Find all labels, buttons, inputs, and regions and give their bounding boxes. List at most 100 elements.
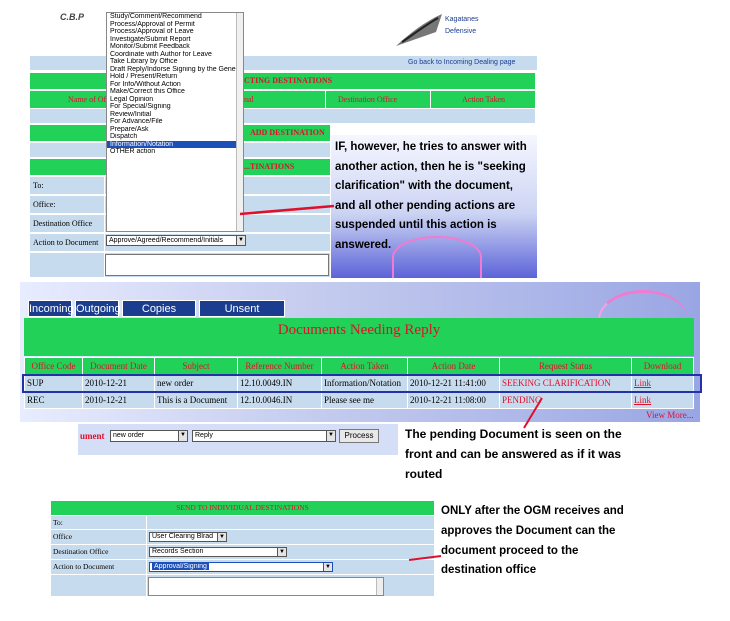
header-document-date: Document Date	[82, 357, 155, 375]
brand-line2: Defensive	[445, 28, 477, 35]
chevron-down-icon[interactable]: ▼	[326, 431, 335, 441]
header-action-taken: Action Taken	[321, 357, 408, 375]
send-label-destination: Destination Office	[53, 547, 109, 556]
label-destination: Destination Office	[33, 219, 93, 228]
dropdown-option[interactable]: Process/Approval of Permit	[107, 21, 243, 29]
cell-action-taken: Please see me	[321, 391, 408, 409]
callout-arrow	[239, 204, 335, 216]
dropdown-option[interactable]: Hold / Present/Return	[107, 73, 243, 81]
chevron-down-icon[interactable]: ▼	[236, 236, 245, 245]
dropdown-option[interactable]: Information/Notation	[107, 140, 243, 148]
remarks-textarea[interactable]	[105, 254, 329, 276]
brand-line1: Kagatanes	[445, 16, 479, 23]
tab-incoming[interactable]: Incoming	[28, 300, 74, 317]
action-dropdown-list[interactable]: Study/Comment/Recommend Process/Approval …	[106, 12, 244, 232]
process-button[interactable]: Process	[339, 429, 379, 443]
label-office: Office:	[33, 200, 56, 209]
col-header-action: Action Taken	[462, 95, 506, 104]
office-select[interactable]: User Clearing Blrad ▼	[149, 532, 227, 542]
callout-text: The pending Document is seen on the fron…	[405, 427, 622, 481]
action-document-select-value: Approval/Signing	[152, 563, 209, 570]
office-select-value: User Clearing Blrad	[152, 533, 214, 540]
dropdown-option[interactable]: Study/Comment/Recommend	[107, 13, 243, 21]
dropdown-option[interactable]: Make/Correct this Office	[107, 88, 243, 96]
view-more-link[interactable]: View More...	[646, 410, 693, 420]
header-download: Download	[631, 357, 694, 375]
send-label-to: To:	[53, 518, 63, 527]
second-header-text: ...TINATIONS	[244, 162, 295, 171]
dropdown-option[interactable]: Prepare/Ask	[107, 126, 243, 134]
cell-action-date: 2010-12-21 11:08:00	[407, 391, 500, 409]
tab-unsent-documents[interactable]: Unsent Documents	[199, 300, 285, 332]
send-row-to	[51, 516, 434, 529]
destination-select[interactable]: Records Section ▼	[149, 547, 287, 557]
docs-header-row: Office Code Document Date Subject Refere…	[24, 357, 694, 375]
section-header-text: ...CTING DESTINATIONS	[238, 76, 333, 85]
dropdown-option[interactable]: Draft Reply/Indorse Signing by the Gener…	[107, 66, 243, 74]
send-row-office	[51, 530, 434, 544]
document-select[interactable]: new order ▼	[110, 430, 188, 442]
action-select-value: Approve/Agreed/Recommend/Initials	[109, 237, 224, 244]
cell-subject: This is a Document	[154, 391, 238, 409]
send-remarks-textarea[interactable]	[148, 577, 384, 596]
chevron-down-icon[interactable]: ▼	[277, 548, 286, 556]
docs-title: Documents Needing Reply	[277, 322, 441, 338]
col-divider	[430, 91, 431, 108]
action-select[interactable]: Approve/Agreed/Recommend/Initials ▼	[106, 235, 246, 246]
reply-select[interactable]: Reply ▼	[192, 430, 336, 442]
send-col-divider	[146, 516, 147, 596]
label-col-divider	[104, 177, 105, 277]
cell-document-date: 2010-12-21	[82, 391, 155, 409]
label-action: Action to Document	[33, 238, 99, 247]
dropdown-option[interactable]: Take Library by Office	[107, 58, 243, 66]
dropdown-option[interactable]: Dispatch	[107, 133, 243, 141]
reply-bar-label: ument	[80, 431, 105, 441]
dropdown-option[interactable]: Coordinate with Author for Leave	[107, 51, 243, 59]
back-link[interactable]: Go back to Incoming Dealing page	[408, 59, 515, 66]
chevron-down-icon[interactable]: ▼	[178, 431, 187, 441]
logo: C.B.P	[60, 12, 85, 22]
col-divider	[325, 91, 326, 108]
header-action-date: Action Date	[407, 357, 500, 375]
chevron-down-icon[interactable]: ▼	[323, 563, 332, 571]
dropdown-option[interactable]: Investigate/Submit Report	[107, 36, 243, 44]
dropdown-option[interactable]: For Advance/File	[107, 118, 243, 126]
send-header-text: SEND TO INDIVIDUAL DESTINATIONS	[176, 503, 309, 512]
col-header-nal: nal	[244, 95, 254, 104]
reply-select-value: Reply	[195, 432, 213, 439]
header-office-code: Office Code	[24, 357, 83, 375]
callout-arrow	[523, 397, 543, 429]
send-label-office: Office	[53, 532, 73, 541]
dropdown-option[interactable]: OTHER action	[107, 148, 243, 156]
callout-arrow	[408, 555, 442, 561]
document-select-value: new order	[113, 432, 145, 439]
textarea-scrollbar[interactable]	[376, 578, 383, 595]
callout-text: IF, however, he tries to answer with ano…	[335, 141, 527, 251]
cell-reference-number: 12.10.0046.IN	[237, 391, 322, 409]
dropdown-option[interactable]: Legal Opinion	[107, 96, 243, 104]
add-destination-label[interactable]: ADD DESTINATION	[250, 128, 325, 137]
download-link[interactable]: Link	[631, 391, 694, 409]
header-subject: Subject	[154, 357, 238, 375]
col-header-office: Name of Off	[68, 95, 109, 104]
action-document-select[interactable]: Approval/Signing ▼	[149, 562, 333, 572]
tab-outgoing[interactable]: Outgoing	[75, 300, 121, 317]
dropdown-option[interactable]: For Info/Without Action	[107, 81, 243, 89]
callout-text: ONLY after the OGM receives and approves…	[441, 505, 624, 577]
dropdown-option[interactable]: Review/Initial	[107, 111, 243, 119]
dropdown-scrollbar[interactable]	[236, 13, 243, 231]
label-to: To:	[33, 181, 44, 190]
dropdown-option[interactable]: Process/Approval of Leave	[107, 28, 243, 36]
header-reference-number: Reference Number	[237, 357, 322, 375]
table-row[interactable]: REC 2010-12-21 This is a Document 12.10.…	[24, 391, 694, 409]
cell-office-code: REC	[24, 391, 83, 409]
row-highlight	[22, 374, 702, 393]
destination-select-value: Records Section	[152, 548, 204, 555]
tab-copies-received[interactable]: Copies Received	[122, 300, 196, 332]
col-header-destination: Destination Office	[338, 95, 398, 104]
chevron-down-icon[interactable]: ▼	[217, 533, 226, 541]
dropdown-option[interactable]: For Special/Signing	[107, 103, 243, 111]
send-label-action: Action to Document	[53, 562, 115, 571]
header-request-status: Request Status	[499, 357, 632, 375]
dropdown-option[interactable]: Monitor/Submit Feedback	[107, 43, 243, 51]
